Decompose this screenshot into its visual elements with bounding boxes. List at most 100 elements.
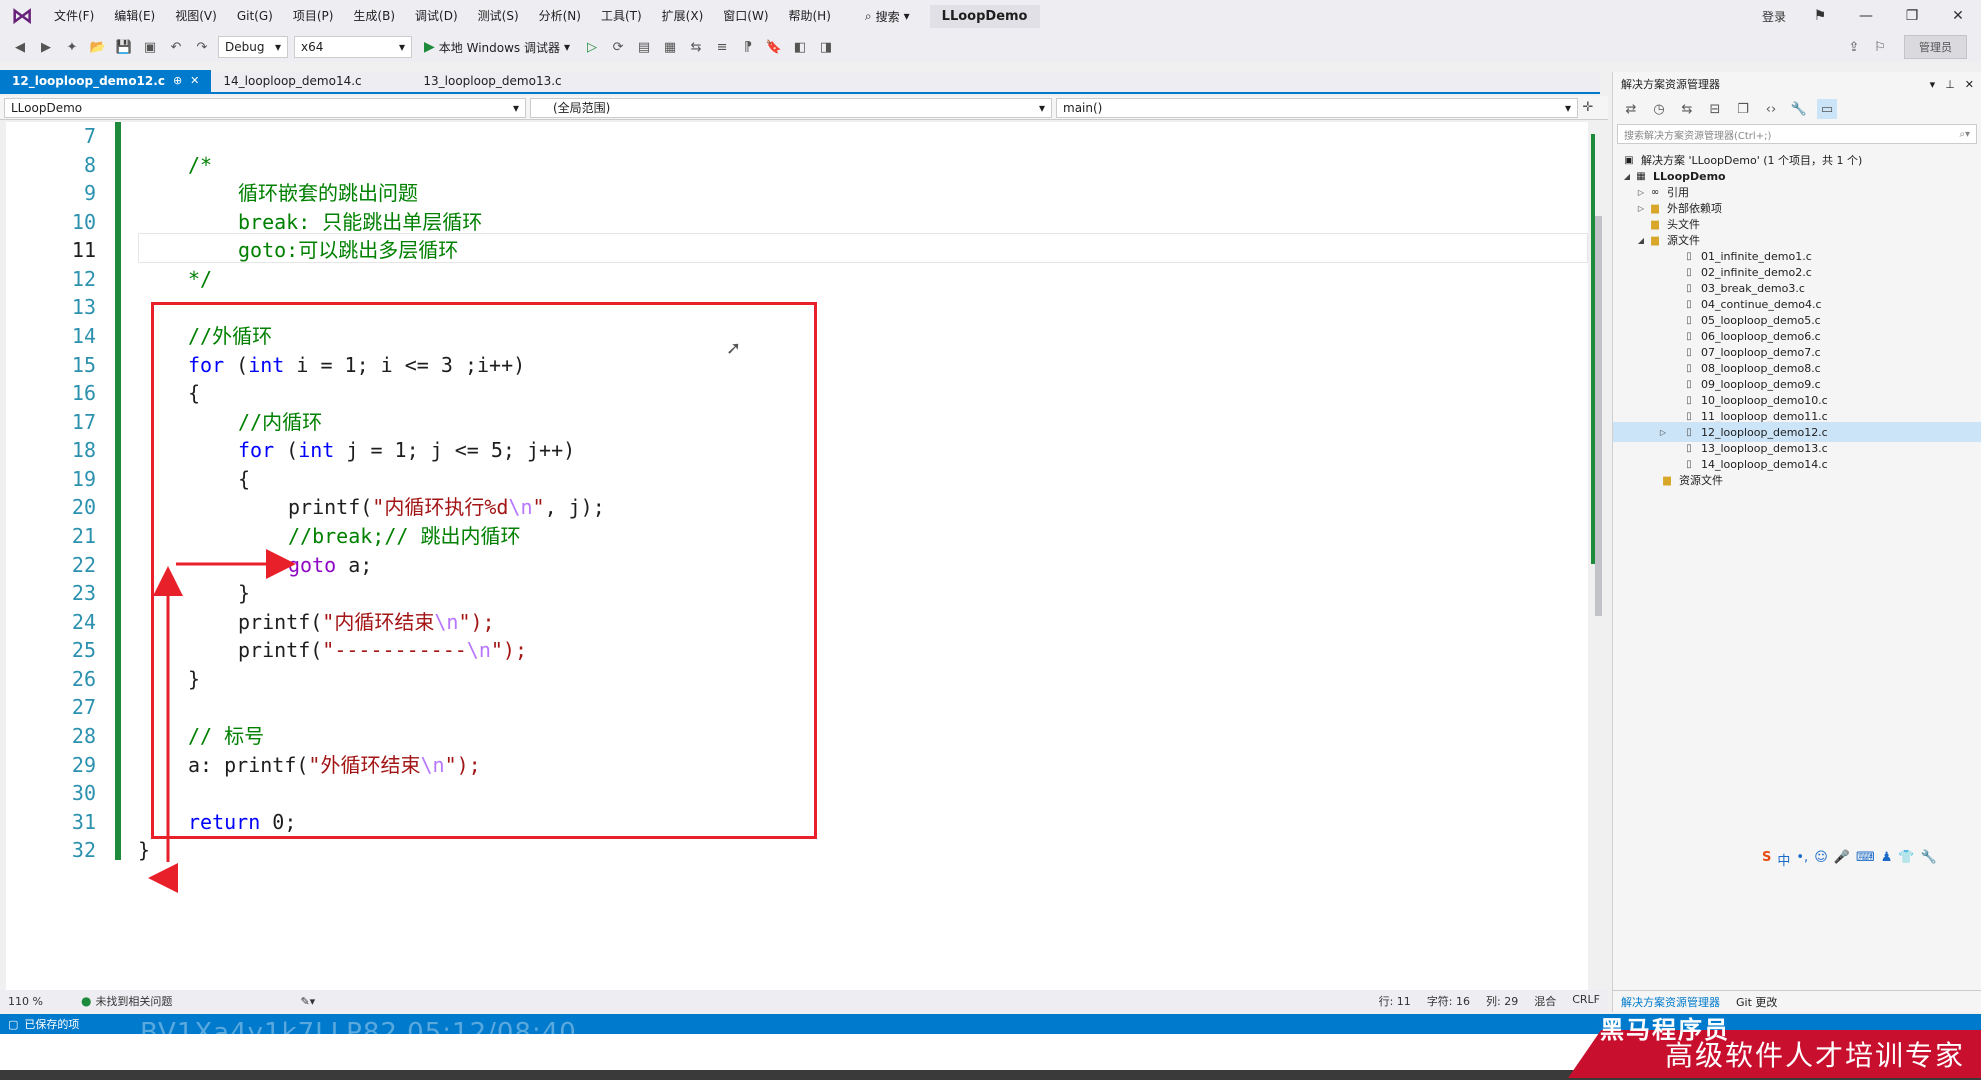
collapsed-arrow-icon[interactable]: ▷ [1657, 428, 1669, 437]
pin-icon[interactable]: ⊥ [1945, 78, 1955, 91]
punctuation-icon[interactable]: •, [1796, 850, 1808, 869]
code-editor[interactable]: 7 8 9 10 11 12 13 14 15 16 17 18 19 20 2… [6, 122, 1602, 990]
project-combo-value: LLoopDemo [11, 100, 83, 115]
tree-label: 06_looploop_demo6.c [1701, 329, 1821, 343]
scope-combo[interactable]: (全局范围) ▾ [530, 97, 1052, 118]
configuration-select[interactable]: Debug ▾ [218, 36, 288, 58]
expanded-arrow-icon[interactable]: ◢ [1621, 172, 1633, 181]
folder-icon[interactable]: ▤ [634, 37, 654, 57]
emoji-icon[interactable]: ☺ [1814, 850, 1828, 869]
back-icon[interactable]: ◀ [10, 37, 30, 57]
platform-select[interactable]: x64 ▾ [294, 36, 412, 58]
skin-icon[interactable]: 👕 [1898, 850, 1914, 869]
tab-git-changes[interactable]: Git 更改 [1728, 994, 1785, 1010]
bookmark-next-icon[interactable]: ◨ [816, 37, 836, 57]
tree-label: 11_looploop_demo11.c [1701, 409, 1828, 423]
ime-mode-icon[interactable]: 中 [1777, 850, 1790, 869]
menu-extensions[interactable]: 扩展(X) [652, 0, 714, 32]
visual-studio-logo-icon[interactable]: ⋈ [0, 0, 44, 32]
menu-tools[interactable]: 工具(T) [591, 0, 652, 32]
show-all-files-icon[interactable]: ❐ [1733, 99, 1753, 119]
char-indicator[interactable]: 字符: 16 [1419, 993, 1478, 1009]
col-indicator[interactable]: 列: 29 [1478, 993, 1526, 1009]
line-indicator[interactable]: 行: 11 [1371, 993, 1419, 1009]
window-controls: 登录 ⚑ — ❐ ✕ [1751, 0, 1981, 32]
step-icon[interactable]: ⇆ [686, 37, 706, 57]
menu-test[interactable]: 测试(S) [468, 0, 529, 32]
format-icon[interactable]: ≡ [712, 37, 732, 57]
collapse-all-icon[interactable]: ⊟ [1705, 99, 1725, 119]
save-all-icon[interactable]: ▣ [140, 37, 160, 57]
close-button[interactable]: ✕ [1935, 8, 1981, 24]
brand-name: 黑马程序员 [1600, 1016, 1730, 1044]
sogou-ime-icon[interactable]: S [1762, 850, 1771, 869]
login-link[interactable]: 登录 [1751, 8, 1797, 25]
share-icon[interactable]: ⇪ [1844, 37, 1864, 57]
scrollbar-thumb[interactable] [1595, 216, 1602, 616]
issues-indicator[interactable]: ● 未找到相关问题 [81, 993, 172, 1009]
folder-icon: ▆ [1651, 202, 1659, 214]
open-folder-icon[interactable]: 📂 [88, 37, 108, 57]
collapsed-arrow-icon[interactable]: ▷ [1635, 188, 1647, 197]
pin-icon[interactable]: ⚐ [1870, 37, 1890, 57]
menu-edit[interactable]: 编辑(E) [104, 0, 165, 32]
tab-solution-explorer[interactable]: 解决方案资源管理器 [1613, 994, 1728, 1010]
start-without-debug-icon[interactable]: ▷ [582, 37, 602, 57]
menu-project[interactable]: 项目(P) [283, 0, 344, 32]
forward-icon[interactable]: ▶ [36, 37, 56, 57]
tree-label: 01_infinite_demo1.c [1701, 249, 1812, 263]
menu-analyze[interactable]: 分析(N) [529, 0, 591, 32]
undo-icon[interactable]: ↶ [166, 37, 186, 57]
save-icon[interactable]: 💾 [114, 37, 134, 57]
split-editor-icon[interactable]: ✛ [1578, 98, 1598, 118]
pin-icon[interactable]: ⊕ [173, 70, 182, 92]
tab-demo14[interactable]: 14_looploop_demo14.c [211, 70, 411, 92]
tree-resource-files[interactable]: ▆ 资源文件 [1613, 470, 1981, 490]
function-combo[interactable]: main() ▾ [1056, 97, 1578, 118]
line-ending-indicator[interactable]: CRLF [1564, 993, 1608, 1009]
menu-build[interactable]: 生成(B) [343, 0, 405, 32]
menu-window[interactable]: 窗口(W) [713, 0, 778, 32]
run-debugger-button[interactable]: ▶ 本地 Windows 调试器 ▾ [418, 39, 576, 56]
preview-icon[interactable]: ▭ [1817, 99, 1837, 119]
bookmark-icon[interactable]: 🔖 [764, 37, 784, 57]
close-icon[interactable]: ✕ [1965, 78, 1974, 91]
minimize-button[interactable]: — [1843, 8, 1889, 24]
new-project-icon[interactable]: ✦ [62, 37, 82, 57]
pending-changes-icon[interactable]: ⇆ [1677, 99, 1697, 119]
layout-icon[interactable]: ▦ [660, 37, 680, 57]
zoom-level[interactable]: 110 % [0, 995, 51, 1008]
restore-button[interactable]: ❐ [1889, 8, 1935, 24]
solution-search-input[interactable]: 搜索解决方案资源管理器(Ctrl+;) ⌕▾ [1617, 124, 1977, 144]
user-icon[interactable]: ♟ [1881, 850, 1893, 869]
comment-icon[interactable]: ⁋ [738, 37, 758, 57]
collapsed-arrow-icon[interactable]: ▷ [1635, 204, 1647, 213]
sync-icon[interactable]: ⇄ [1621, 99, 1641, 119]
microphone-icon[interactable]: 🎤 [1834, 850, 1850, 869]
keyboard-icon[interactable]: ⌨ [1856, 850, 1875, 869]
close-icon[interactable]: ✕ [190, 70, 199, 92]
feedback-icon[interactable]: ⚑ [1797, 8, 1843, 24]
menu-view[interactable]: 视图(V) [165, 0, 227, 32]
project-combo[interactable]: LLoopDemo ▾ [4, 97, 526, 118]
whitespace-indicator[interactable]: 混合 [1526, 993, 1564, 1009]
history-icon[interactable]: ◷ [1649, 99, 1669, 119]
menu-file[interactable]: 文件(F) [44, 0, 104, 32]
tab-demo13[interactable]: 13_looploop_demo13.c [411, 70, 573, 92]
expanded-arrow-icon[interactable]: ◢ [1635, 236, 1647, 245]
code-view-icon[interactable]: ‹› [1761, 99, 1781, 119]
properties-icon[interactable]: 🔧 [1789, 99, 1809, 119]
admin-badge[interactable]: 管理员 [1904, 35, 1967, 59]
menu-help[interactable]: 帮助(H) [779, 0, 841, 32]
tab-demo12[interactable]: 12_looploop_demo12.c ⊕ ✕ [0, 70, 212, 92]
menu-git[interactable]: Git(G) [227, 0, 283, 32]
search-box[interactable]: ⌕ 搜索 ▾ [855, 8, 920, 25]
menu-debug[interactable]: 调试(D) [405, 0, 468, 32]
wrench-icon[interactable]: 🔧 [1921, 850, 1937, 869]
bookmark-prev-icon[interactable]: ◧ [790, 37, 810, 57]
brush-icon[interactable]: ✎▾ [292, 995, 323, 1008]
redo-icon[interactable]: ↷ [192, 37, 212, 57]
line-number: 16 [71, 381, 96, 405]
chevron-down-icon[interactable]: ▾ [1930, 78, 1936, 91]
hot-reload-icon[interactable]: ⟳ [608, 37, 628, 57]
